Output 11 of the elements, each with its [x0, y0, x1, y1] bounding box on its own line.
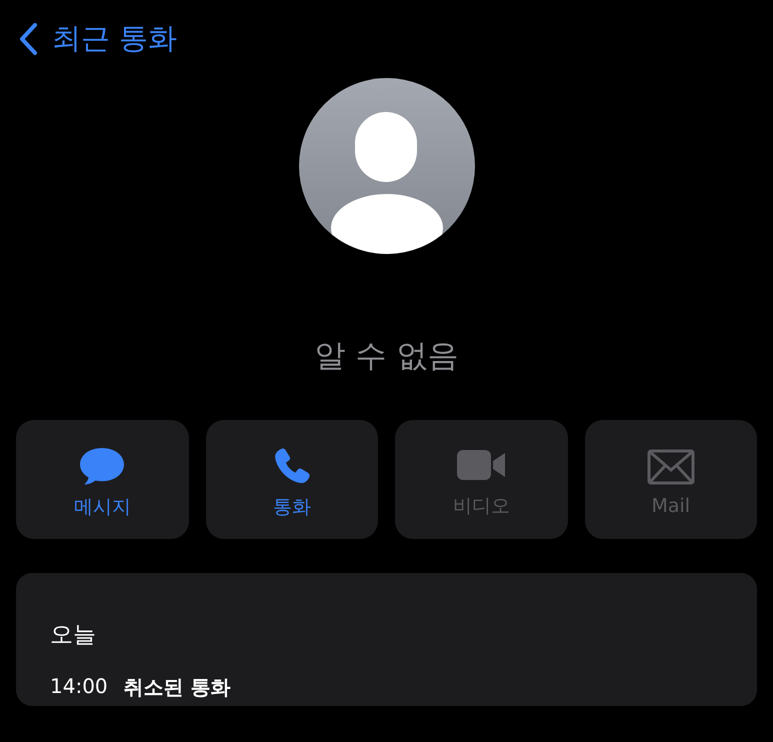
back-link[interactable]: 최근 통화: [18, 19, 178, 59]
envelope-icon: [646, 448, 695, 484]
avatar-icon: [298, 78, 474, 254]
back-chevron-icon: [18, 22, 38, 56]
call-button[interactable]: 통화: [206, 420, 378, 539]
call-status: 취소된 통화: [124, 674, 231, 701]
date-heading: 오늘: [50, 621, 97, 650]
speech-bubble-icon: [78, 446, 126, 486]
contact-name: 알 수 없음: [314, 337, 458, 376]
message-button[interactable]: 메시지: [16, 420, 188, 539]
call-time: 14:00: [50, 674, 108, 700]
